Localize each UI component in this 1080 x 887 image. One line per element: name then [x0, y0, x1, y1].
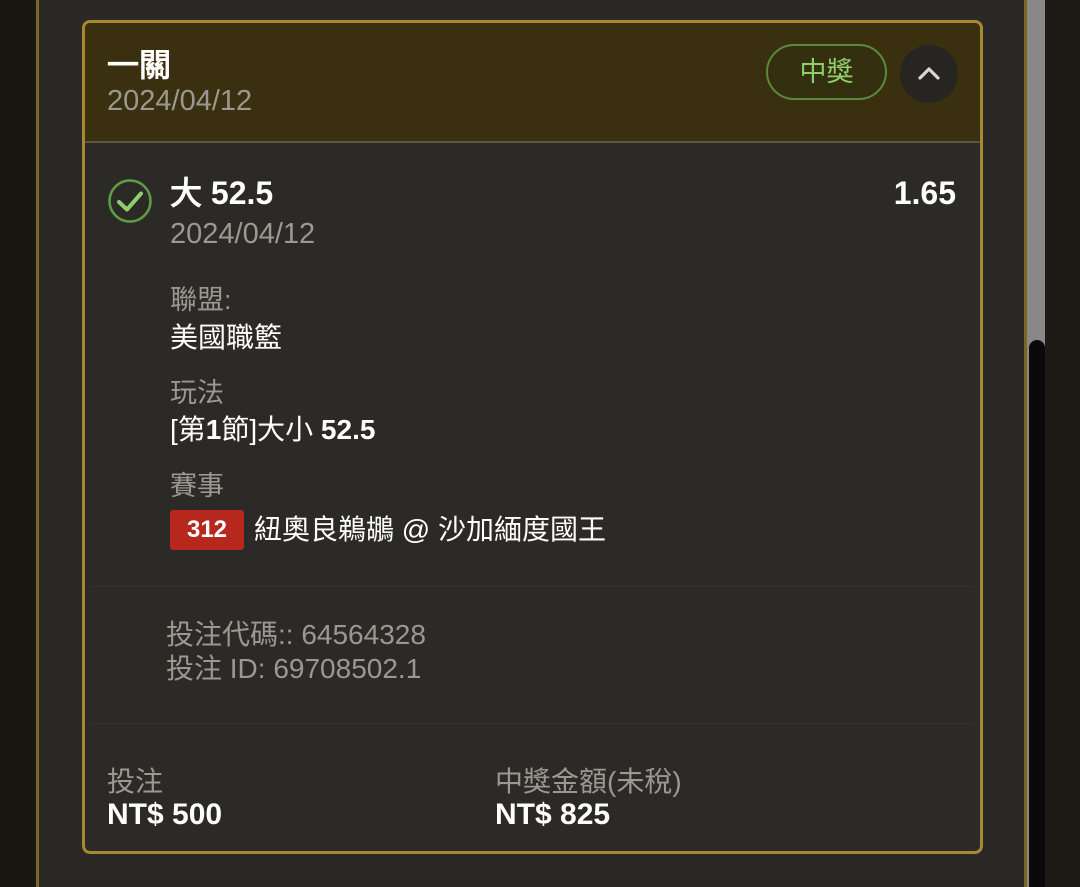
market-label: 玩法	[170, 378, 224, 408]
bet-history-screen: 一關 2024/04/12 中獎 大 52.5 1.65 2024/04/12 …	[0, 0, 1080, 887]
bet-id: 投注 ID: 69708502.1	[166, 653, 422, 684]
stake-label: 投注	[107, 766, 164, 797]
market-line: 52.5	[320, 414, 376, 445]
stake-value: NT$ 500	[107, 798, 223, 831]
divider	[91, 723, 974, 724]
market-suffix: 節]大小	[221, 414, 321, 445]
market-period: 1	[205, 414, 222, 445]
league-value: 美國職籃	[170, 322, 283, 353]
market-prefix: [第	[170, 414, 206, 445]
event-name: 紐奧良鵜鶘 @ 沙加緬度國王	[254, 514, 606, 545]
event-label: 賽事	[170, 471, 224, 501]
bet-code: 投注代碼:: 64564328	[166, 619, 426, 650]
collapse-button[interactable]	[900, 45, 958, 103]
market-value: [第1節]大小 52.5	[170, 412, 375, 448]
divider	[91, 586, 974, 587]
check-circle-icon	[108, 179, 152, 223]
selection-odds: 1.65	[893, 175, 956, 211]
payout-value: NT$ 825	[495, 798, 611, 831]
status-badge: 中獎	[766, 44, 887, 100]
left-background	[0, 0, 36, 887]
league-label: 聯盟:	[170, 285, 232, 315]
event-number-badge: 312	[170, 510, 244, 550]
payout-label: 中獎金額(未稅)	[495, 766, 682, 797]
selection-date: 2024/04/12	[170, 218, 316, 250]
bet-date: 2024/04/12	[107, 85, 253, 117]
bet-card: 一關 2024/04/12 中獎 大 52.5 1.65 2024/04/12 …	[82, 20, 983, 854]
scrollbar-thumb[interactable]	[1029, 340, 1045, 887]
chevron-up-icon	[918, 67, 940, 80]
right-background	[1045, 0, 1080, 887]
bet-type-title: 一關	[107, 47, 172, 83]
bet-card-header[interactable]: 一關 2024/04/12 中獎	[85, 23, 980, 143]
selection-title: 大 52.5	[170, 175, 274, 211]
